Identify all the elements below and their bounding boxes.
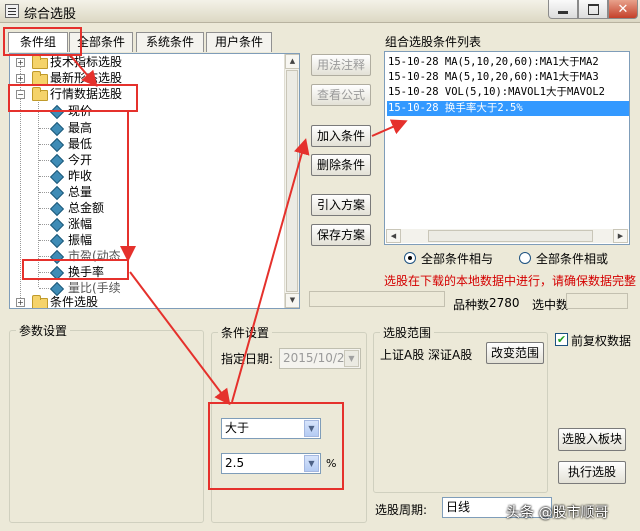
main-window: 综合选股 ✕ 条件组 全部条件 系统条件 用户条件 + 技术指标选股 + 最新形… (0, 0, 640, 531)
arrow-settings-to-add (231, 138, 310, 403)
watermark: 头条 @股市顺哥 (506, 505, 609, 521)
arrow-add-to-list (371, 119, 408, 137)
arrow-tab-to-folder (69, 54, 98, 88)
arrow-item-to-settings (129, 271, 231, 406)
annotation-arrows (69, 54, 408, 406)
